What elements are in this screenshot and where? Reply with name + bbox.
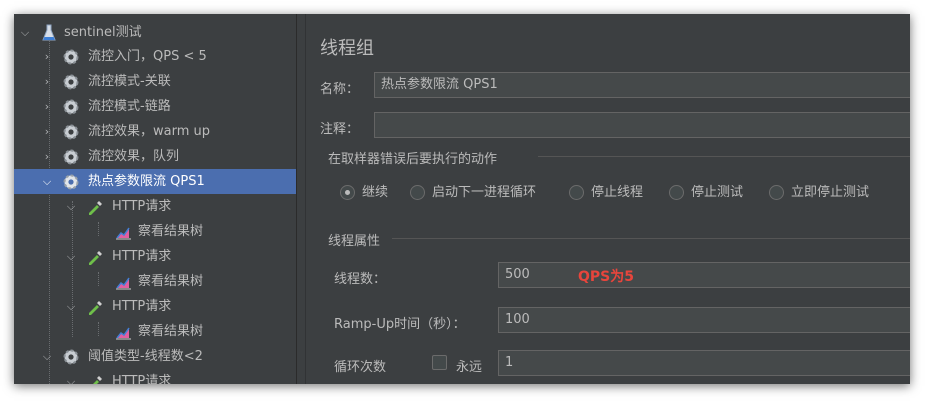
group-border (538, 156, 910, 157)
tree-node-thread-group[interactable]: ⌵ 阈值类型-线程数<2 (14, 344, 296, 369)
rampup-field[interactable]: 100 (498, 307, 910, 333)
forever-label: 永远 (456, 360, 483, 375)
chevron-right-icon[interactable]: › (40, 69, 54, 94)
radio-circle (569, 185, 584, 200)
gear-icon (62, 348, 80, 366)
tree-node-thread-group[interactable]: › 流控效果，队列 (14, 144, 296, 169)
tree-node-thread-group-selected[interactable]: ⌵ 热点参数限流 QPS1 (14, 169, 296, 194)
tree-node-label: 流控模式-关联 (88, 74, 171, 89)
gear-icon (62, 123, 80, 141)
tree-node-label: sentinel测试 (64, 25, 142, 40)
tree-node-http-request[interactable]: ⌵ HTTP请求 (14, 194, 296, 219)
loop-label: 循环次数 (334, 360, 387, 375)
pipette-icon (86, 248, 104, 266)
tree-node-label: 阈值类型-线程数<2 (88, 349, 203, 364)
tree-node-result-tree[interactable]: 察看结果树 (14, 219, 296, 244)
chevron-right-icon[interactable]: › (40, 94, 54, 119)
tree-node-label: 察看结果树 (138, 274, 204, 289)
radio-label: 启动下一进程循环 (432, 185, 537, 200)
jmeter-window: ⌵ sentinel测试 › 流控入门，QPS < 5 › 流控模式-关联 › (14, 14, 910, 384)
chevron-down-icon[interactable]: ⌵ (64, 294, 78, 319)
radio-circle (769, 185, 784, 200)
loop-count-field[interactable]: 1 (498, 350, 910, 376)
gear-icon (62, 173, 80, 191)
flask-icon (40, 24, 58, 42)
test-plan-tree[interactable]: ⌵ sentinel测试 › 流控入门，QPS < 5 › 流控模式-关联 › (14, 14, 296, 384)
tree-node-label: HTTP请求 (112, 299, 172, 314)
tree-node-thread-group[interactable]: › 流控效果，warm up (14, 119, 296, 144)
comment-label: 注释： (320, 122, 360, 137)
rampup-label: Ramp-Up时间（秒）： (334, 317, 466, 332)
gear-icon (62, 98, 80, 116)
gear-icon (62, 148, 80, 166)
radio-circle (410, 185, 425, 200)
tree-node-result-tree[interactable]: 察看结果树 (14, 319, 296, 344)
tree-node-http-request[interactable]: ⌵ HTTP请求 (14, 244, 296, 269)
tree-node-label: 流控效果，队列 (88, 149, 180, 164)
threads-field[interactable]: 500 (498, 262, 910, 288)
panel-title: 线程组 (320, 38, 374, 59)
qps-annotation: QPS为5 (578, 269, 634, 285)
error-action-heading: 在取样器错误后要执行的动作 (328, 152, 498, 167)
tree-node-thread-group[interactable]: › 流控模式-关联 (14, 69, 296, 94)
name-field[interactable]: 热点参数限流 QPS1 (374, 72, 910, 98)
comment-field[interactable] (374, 112, 910, 138)
tree-node-thread-group[interactable]: › 流控入门，QPS < 5 (14, 44, 296, 69)
chevron-right-icon[interactable]: › (40, 44, 54, 69)
tree-node-label: 察看结果树 (138, 324, 204, 339)
chart-icon (114, 223, 132, 241)
radio-circle (340, 185, 355, 200)
tree-node-label: 察看结果树 (138, 224, 204, 239)
thread-props-heading: 线程属性 (328, 234, 381, 249)
gear-icon (62, 48, 80, 66)
chevron-right-icon[interactable]: › (40, 144, 54, 169)
chevron-down-icon[interactable]: ⌵ (40, 169, 54, 194)
tree-node-thread-group[interactable]: › 流控模式-链路 (14, 94, 296, 119)
tree-node-result-tree[interactable]: 察看结果树 (14, 269, 296, 294)
pipette-icon (86, 198, 104, 216)
group-border (392, 238, 910, 239)
chevron-down-icon[interactable]: ⌵ (64, 194, 78, 219)
radio-label: 停止测试 (691, 185, 744, 200)
chevron-down-icon[interactable]: ⌵ (64, 244, 78, 269)
tree-node-label: 流控效果，warm up (88, 124, 211, 139)
chevron-down-icon[interactable]: ⌵ (18, 20, 32, 45)
pipette-icon (86, 298, 104, 316)
tree-node-label: 流控入门，QPS < 5 (88, 49, 207, 64)
thread-group-panel: 线程组 名称： 热点参数限流 QPS1 注释： 在取样器错误后要执行的动作 继续… (306, 14, 910, 384)
tree-node-http-request[interactable]: ⌵ HTTP请求 (14, 369, 296, 384)
chart-icon (114, 273, 132, 291)
radio-dot (345, 190, 350, 195)
tree-node-label: HTTP请求 (112, 374, 172, 384)
forever-checkbox[interactable] (432, 355, 447, 370)
tree-node-root[interactable]: ⌵ sentinel测试 (14, 20, 296, 45)
radio-circle (669, 185, 684, 200)
radio-label: 停止线程 (591, 185, 644, 200)
split-pane-divider[interactable] (296, 14, 306, 384)
tree-node-label: 流控模式-链路 (88, 99, 171, 114)
tree-node-label: HTTP请求 (112, 199, 172, 214)
gear-icon (62, 73, 80, 91)
chart-icon (114, 323, 132, 341)
name-label: 名称： (320, 82, 360, 97)
tree-node-http-request[interactable]: ⌵ HTTP请求 (14, 294, 296, 319)
chevron-right-icon[interactable]: › (40, 119, 54, 144)
radio-label: 继续 (362, 185, 389, 200)
chevron-down-icon[interactable]: ⌵ (40, 344, 54, 369)
tree-node-label: HTTP请求 (112, 249, 172, 264)
pipette-icon (86, 373, 104, 384)
tree-node-label: 热点参数限流 QPS1 (88, 174, 205, 189)
threads-label: 线程数： (334, 272, 387, 287)
radio-label: 立即停止测试 (791, 185, 870, 200)
chevron-down-icon[interactable]: ⌵ (64, 369, 78, 384)
